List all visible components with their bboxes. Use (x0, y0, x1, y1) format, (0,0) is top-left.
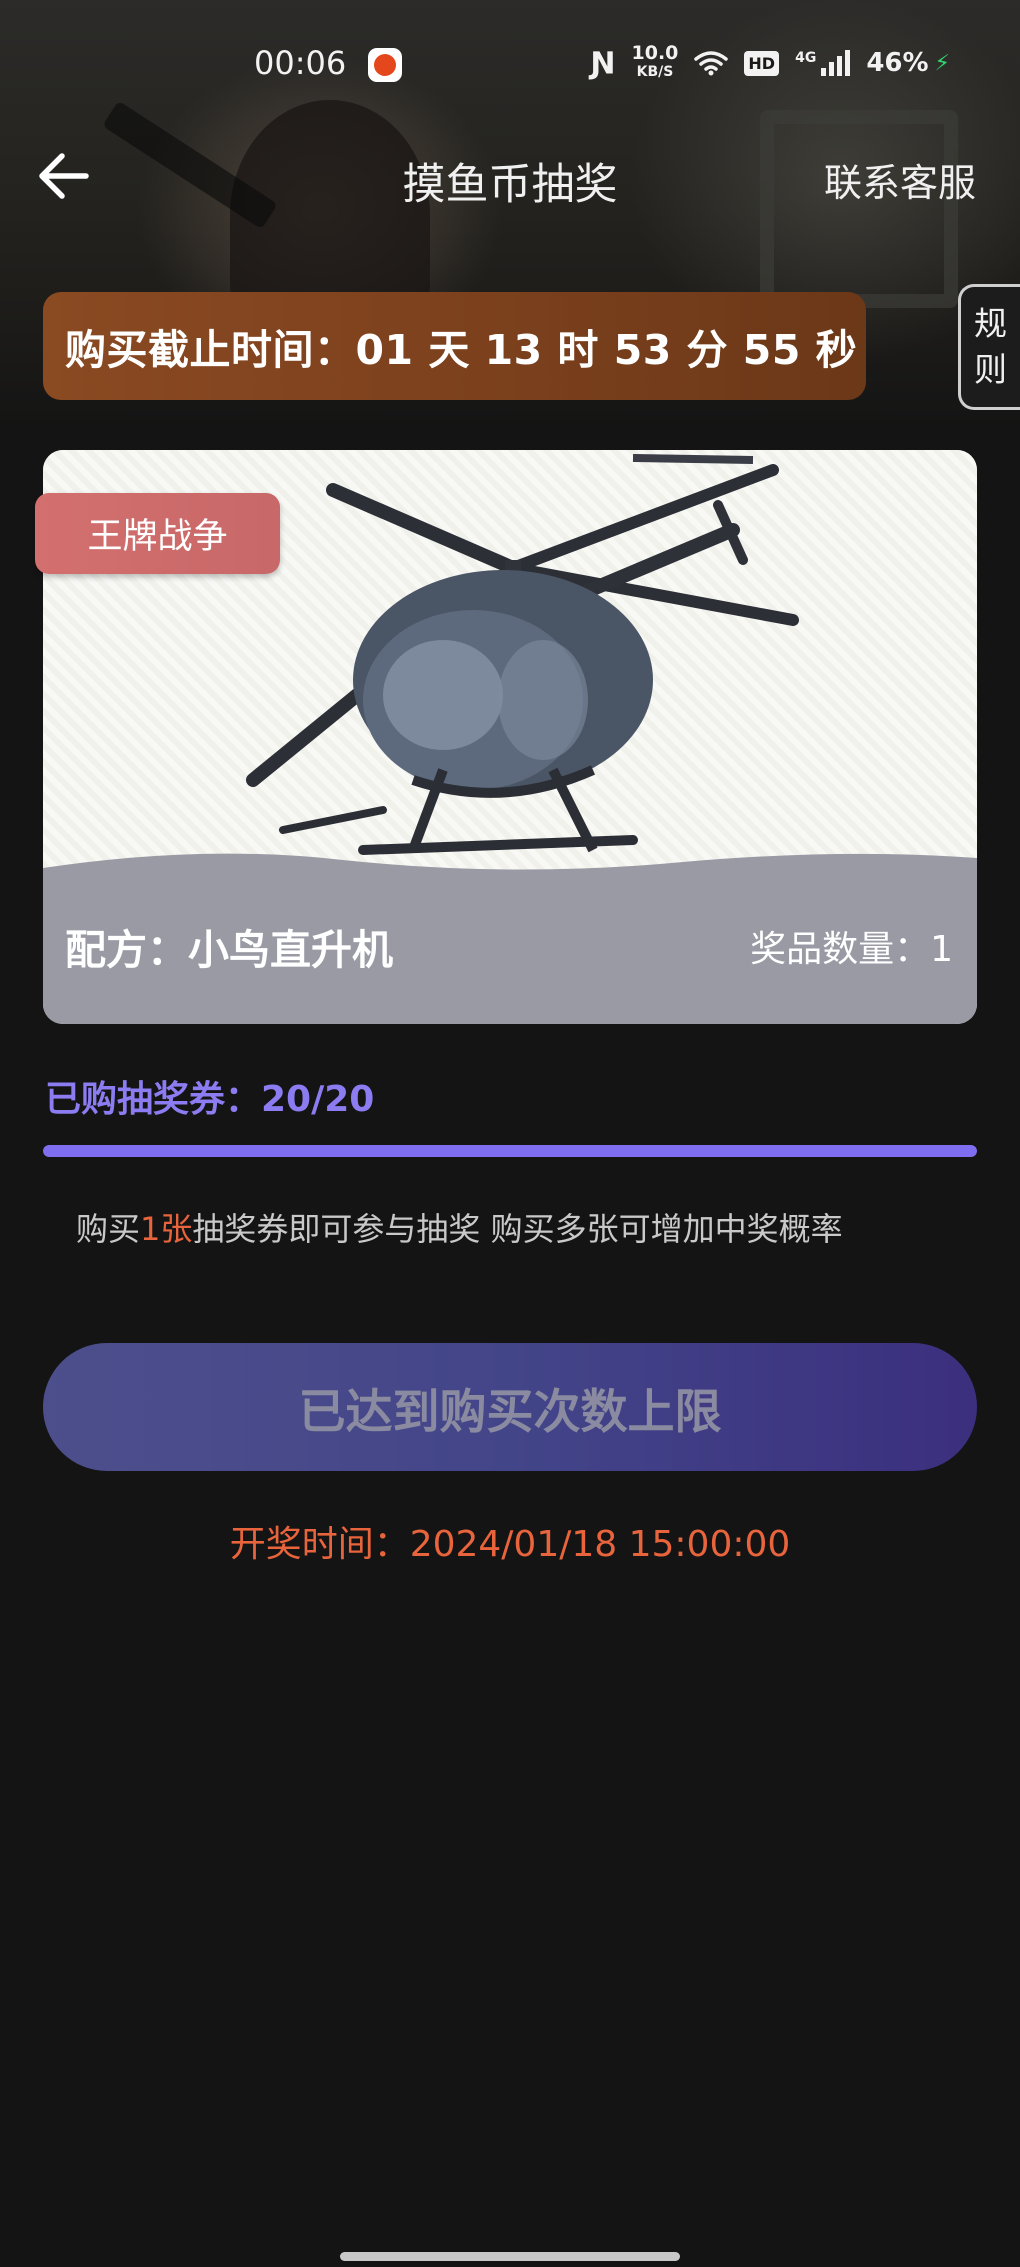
purchase-deadline-banner: 购买截止时间：01 天 13 时 53 分 55 秒 (43, 292, 866, 400)
battery-level: 46% (866, 48, 929, 78)
helicopter-image (246, 454, 799, 855)
hd-voice-icon: HD (744, 50, 780, 76)
draw-time: 开奖时间：2024/01/18 15:00:00 (229, 1524, 791, 1565)
signal-icon: 4G (795, 50, 851, 76)
status-time: 00:06 (254, 44, 347, 82)
tickets-progress-bar (43, 1145, 977, 1157)
rules-tab[interactable]: 规 则 (958, 284, 1020, 410)
contact-support-link[interactable]: 联系客服 (824, 152, 976, 207)
hint-suffix: 抽奖券即可参与抽奖 购买多张可增加中奖概率 (192, 1210, 843, 1248)
purchase-deadline-text: 购买截止时间：01 天 13 时 53 分 55 秒 (65, 326, 858, 374)
game-tag: 王牌战争 (35, 493, 280, 574)
tickets-progress-fill (43, 1145, 977, 1157)
purchase-hint: 购买1张抽奖券即可参与抽奖 购买多张可增加中奖概率 (76, 1204, 843, 1250)
rules-tab-label-2: 则 (974, 350, 1007, 389)
charging-icon: ⚡ (934, 50, 950, 76)
status-bar: 00:06 Ɲ 10.0 KB/S HD 4G 46% ⚡ (0, 0, 1020, 102)
navigation-bar: 摸鱼币抽奖 联系客服 (0, 140, 1020, 210)
notification-app-icon (368, 48, 402, 82)
hint-highlight: 1张 (140, 1210, 193, 1248)
home-indicator[interactable] (340, 2252, 680, 2261)
wifi-icon (694, 51, 729, 76)
prize-quantity: 奖品数量：1 (750, 929, 953, 970)
purchase-limit-button[interactable]: 已达到购买次数上限 (43, 1343, 977, 1471)
network-speed-unit: KB/S (636, 64, 674, 80)
prize-name: 配方：小鸟直升机 (65, 926, 393, 974)
lottery-page: 00:06 Ɲ 10.0 KB/S HD 4G 46% ⚡ 摸鱼币抽奖 联系客服… (0, 0, 1020, 2267)
purchased-tickets-label: 已购抽奖券：20/20 (45, 1079, 375, 1120)
network-type: 4G (795, 50, 817, 66)
network-speed-value: 10.0 (631, 42, 679, 64)
nfc-icon: Ɲ (590, 45, 616, 81)
status-indicators: Ɲ 10.0 KB/S HD 4G 46% ⚡ (590, 44, 950, 82)
hint-prefix: 购买 (76, 1210, 141, 1248)
network-speed: 10.0 KB/S (632, 44, 679, 82)
rules-tab-label-1: 规 (974, 304, 1007, 343)
